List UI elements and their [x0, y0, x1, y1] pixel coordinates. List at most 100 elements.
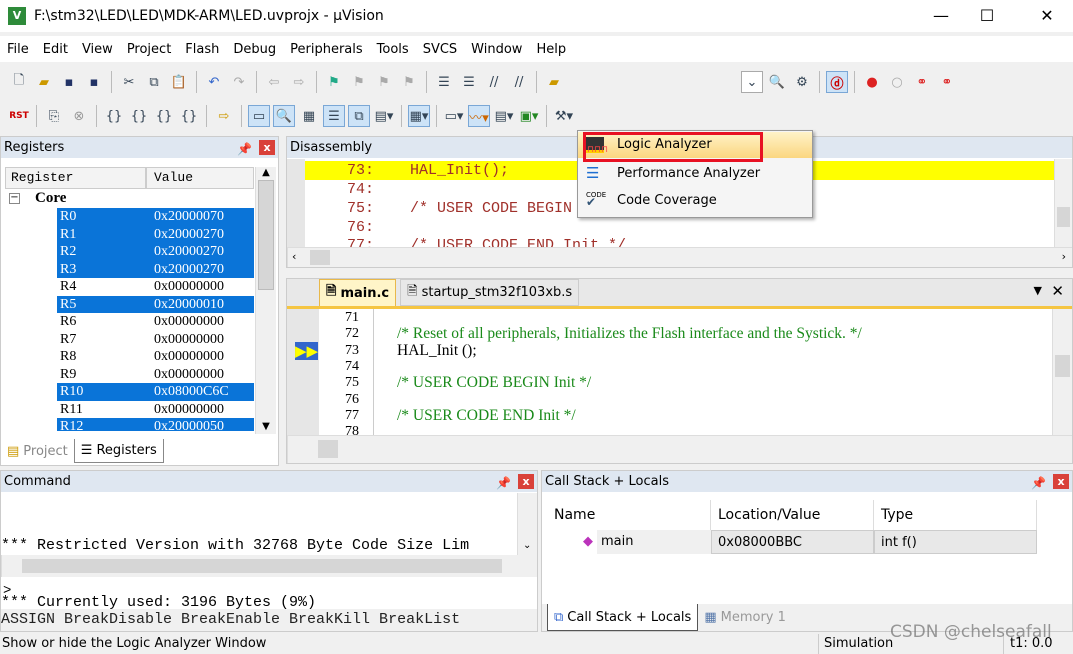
indent-icon[interactable]: ☰ [433, 71, 455, 93]
disable-breakpoint-icon[interactable]: ○ [886, 71, 908, 93]
clear-bookmarks-icon[interactable]: ⚑ [398, 71, 420, 93]
register-row[interactable]: R2 0x20000270 [57, 243, 254, 261]
find-dropdown[interactable]: ⌄ [741, 71, 763, 93]
column-header-value[interactable]: Value [146, 167, 254, 189]
close-icon[interactable]: x [259, 140, 275, 155]
debug-settings-icon[interactable]: ⚙ [791, 71, 813, 93]
register-row[interactable]: R12 0x20000050 [57, 418, 254, 431]
command-hscrollbar[interactable] [1, 555, 537, 577]
menu-edit[interactable]: Edit [36, 42, 75, 57]
tab-startup[interactable]: 🗎 startup_stm32f103xb.s [400, 279, 580, 306]
register-row[interactable]: R6 0x00000000 [57, 313, 254, 331]
menu-flash[interactable]: Flash [178, 42, 226, 57]
run-to-cursor-icon[interactable]: {} [178, 105, 200, 127]
reset-icon[interactable]: RST [8, 105, 30, 127]
register-row[interactable]: R3 0x20000270 [57, 260, 254, 278]
bookmark-icon[interactable]: ⚑ [323, 71, 345, 93]
redo-icon[interactable]: ↷ [228, 71, 250, 93]
disasm-hscrollbar[interactable]: ‹ › [287, 247, 1072, 267]
run-icon[interactable]: ⎘ [43, 105, 65, 127]
tab-project[interactable]: ▤ Project [1, 439, 74, 463]
disable-all-breakpoints-icon[interactable]: ⚭ [911, 71, 933, 93]
menu-peripherals[interactable]: Peripherals [283, 42, 370, 57]
symbols-window-icon[interactable]: ▦ [298, 105, 320, 127]
callstack-row[interactable]: ◆ main 0x08000BBC int f() [548, 530, 1038, 554]
trace-window-icon[interactable]: ▤▾ [493, 105, 515, 127]
system-viewer-icon[interactable]: ▣▾ [518, 105, 540, 127]
analysis-window-icon[interactable]: 〰▾ [468, 105, 490, 127]
menu-tools[interactable]: Tools [370, 42, 416, 57]
tab-list-dropdown[interactable]: ▼ [1034, 284, 1042, 297]
next-bookmark-icon[interactable]: ⚑ [373, 71, 395, 93]
disasm-line[interactable]: 74: [347, 180, 374, 199]
menu-help[interactable]: Help [529, 42, 573, 57]
step-over-icon[interactable]: {} [128, 105, 150, 127]
find-in-files-icon[interactable]: ▰ [543, 71, 565, 93]
close-icon[interactable]: x [518, 474, 534, 489]
copy-icon[interactable]: ⧉ [143, 71, 165, 93]
register-row[interactable]: R7 0x00000000 [57, 331, 254, 349]
prev-bookmark-icon[interactable]: ⚑ [348, 71, 370, 93]
register-row[interactable]: R10 0x08000C6C [57, 383, 254, 401]
comment-icon[interactable]: // [483, 71, 505, 93]
close-icon[interactable]: x [1053, 474, 1069, 489]
collapse-icon[interactable]: − [9, 193, 20, 204]
menu-svcs[interactable]: SVCS [416, 42, 464, 57]
command-window-icon[interactable]: ▭ [248, 105, 270, 127]
register-row[interactable]: R1 0x20000270 [57, 225, 254, 243]
menu-file[interactable]: File [0, 42, 36, 57]
undo-icon[interactable]: ↶ [203, 71, 225, 93]
register-row[interactable]: R0 0x20000070 [57, 208, 254, 226]
column-header-register[interactable]: Register [5, 167, 146, 189]
incremental-find-icon[interactable]: 🔍 [766, 71, 788, 93]
minimize-button[interactable]: — [918, 0, 964, 32]
save-all-icon[interactable]: ▪ [83, 71, 105, 93]
serial-window-icon[interactable]: ▭▾ [443, 105, 465, 127]
code-line[interactable]: /* USER CODE END Init */ [397, 407, 576, 424]
menu-item-code-coverage[interactable]: CODE ✔ Code Coverage [578, 188, 812, 214]
maximize-button[interactable]: ☐ [964, 0, 1010, 32]
step-out-icon[interactable]: {} [153, 105, 175, 127]
nav-back-icon[interactable]: ⇦ [263, 71, 285, 93]
memory-window-icon[interactable]: ▦▾ [408, 105, 430, 127]
group-core[interactable]: Core [35, 190, 66, 207]
tab-call-stack[interactable]: ⧉ Call Stack + Locals [547, 604, 699, 631]
editor-vscrollbar[interactable] [1052, 309, 1072, 435]
breakpoint-icon[interactable]: ● [861, 71, 883, 93]
register-row[interactable]: R4 0x00000000 [57, 278, 254, 296]
column-header-name[interactable]: Name [548, 500, 711, 530]
disasm-line[interactable]: 73: HAL_Init(); [347, 161, 509, 180]
open-folder-icon[interactable]: ▰ [33, 71, 55, 93]
column-header-type[interactable]: Type [874, 500, 1037, 530]
cut-icon[interactable]: ✂ [118, 71, 140, 93]
register-row[interactable]: R11 0x00000000 [57, 401, 254, 419]
unindent-icon[interactable]: ☰ [458, 71, 480, 93]
command-input[interactable]: > [3, 583, 537, 601]
new-file-icon[interactable]: 🗋 [8, 71, 30, 93]
pin-icon[interactable]: 📌 [237, 139, 252, 160]
watch-window-icon[interactable]: ▤▾ [373, 105, 395, 127]
code-line[interactable]: /* USER CODE BEGIN Init */ [397, 375, 591, 391]
kill-all-breakpoints-icon[interactable]: ⚭ [936, 71, 958, 93]
stop-icon[interactable]: ⊗ [68, 105, 90, 127]
close-button[interactable]: ✕ [1024, 0, 1070, 32]
editor-hscrollbar[interactable] [287, 435, 1072, 463]
register-row[interactable]: R9 0x00000000 [57, 366, 254, 384]
menu-window[interactable]: Window [464, 42, 529, 57]
tab-memory-1[interactable]: ▦ Memory 1 [698, 604, 792, 631]
show-next-statement-icon[interactable]: ⇨ [213, 105, 235, 127]
start-stop-debug-icon[interactable]: ⓓ [826, 71, 848, 93]
disasm-vscrollbar[interactable] [1054, 159, 1072, 247]
disassembly-window-icon[interactable]: 🔍 [273, 105, 295, 127]
menu-project[interactable]: Project [120, 42, 178, 57]
menu-debug[interactable]: Debug [226, 42, 283, 57]
column-header-location[interactable]: Location/Value [711, 500, 874, 530]
pin-icon[interactable]: 📌 [496, 473, 511, 494]
call-stack-window-icon[interactable]: ⧉ [348, 105, 370, 127]
code-line[interactable]: HAL_Init (); [397, 342, 477, 359]
step-into-icon[interactable]: {} [103, 105, 125, 127]
menu-view[interactable]: View [75, 42, 120, 57]
menu-item-performance-analyzer[interactable]: ☰ Performance Analyzer [578, 161, 812, 187]
register-row[interactable]: R5 0x20000010 [57, 295, 254, 313]
pin-icon[interactable]: 📌 [1031, 473, 1046, 494]
